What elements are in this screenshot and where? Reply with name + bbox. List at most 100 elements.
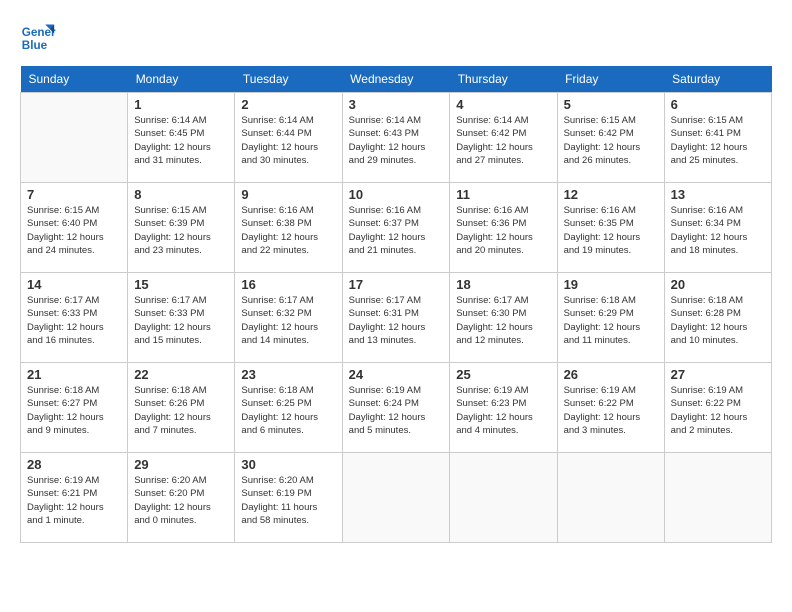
calendar-cell: 13 Sunrise: 6:16 AM Sunset: 6:34 PM Dayli…	[664, 183, 771, 273]
calendar-week-5: 28 Sunrise: 6:19 AM Sunset: 6:21 PM Dayli…	[21, 453, 772, 543]
calendar-header-row: SundayMondayTuesdayWednesdayThursdayFrid…	[21, 66, 772, 93]
calendar-cell: 25Sunrise: 6:19 AM Sunset: 6:23 PM Dayli…	[450, 363, 557, 453]
day-info: Sunrise: 6:19 AM Sunset: 6:22 PM Dayligh…	[671, 384, 765, 437]
calendar-cell: 7 Sunrise: 6:15 AM Sunset: 6:40 PM Daylig…	[21, 183, 128, 273]
calendar-table: SundayMondayTuesdayWednesdayThursdayFrid…	[20, 66, 772, 543]
calendar-cell: 9 Sunrise: 6:16 AM Sunset: 6:38 PM Daylig…	[235, 183, 342, 273]
svg-text:Blue: Blue	[22, 39, 48, 52]
calendar-cell: 28 Sunrise: 6:19 AM Sunset: 6:21 PM Dayli…	[21, 453, 128, 543]
calendar-cell: 30 Sunrise: 6:20 AM Sunset: 6:19 PM Dayli…	[235, 453, 342, 543]
calendar-cell	[21, 93, 128, 183]
calendar-cell: 5 Sunrise: 6:15 AM Sunset: 6:42 PM Daylig…	[557, 93, 664, 183]
day-info: Sunrise: 6:16 AM Sunset: 6:34 PM Dayligh…	[671, 204, 765, 257]
day-number: 14	[27, 277, 121, 292]
calendar-cell: 11Sunrise: 6:16 AM Sunset: 6:36 PM Dayli…	[450, 183, 557, 273]
day-number: 12	[564, 187, 658, 202]
day-number: 28	[27, 457, 121, 472]
day-number: 19	[564, 277, 658, 292]
day-info: Sunrise: 6:18 AM Sunset: 6:27 PM Dayligh…	[27, 384, 121, 437]
day-info: Sunrise: 6:17 AM Sunset: 6:30 PM Dayligh…	[456, 294, 550, 347]
calendar-week-1: 1 Sunrise: 6:14 AM Sunset: 6:45 PM Daylig…	[21, 93, 772, 183]
calendar-cell: 4 Sunrise: 6:14 AM Sunset: 6:42 PM Daylig…	[450, 93, 557, 183]
day-info: Sunrise: 6:16 AM Sunset: 6:35 PM Dayligh…	[564, 204, 658, 257]
day-info: Sunrise: 6:20 AM Sunset: 6:19 PM Dayligh…	[241, 474, 335, 527]
day-info: Sunrise: 6:18 AM Sunset: 6:29 PM Dayligh…	[564, 294, 658, 347]
calendar-cell: 18 Sunrise: 6:17 AM Sunset: 6:30 PM Dayli…	[450, 273, 557, 363]
day-info: Sunrise: 6:14 AM Sunset: 6:42 PM Dayligh…	[456, 114, 550, 167]
calendar-cell	[664, 453, 771, 543]
day-info: Sunrise: 6:15 AM Sunset: 6:41 PM Dayligh…	[671, 114, 765, 167]
calendar-cell: 21 Sunrise: 6:18 AM Sunset: 6:27 PM Dayli…	[21, 363, 128, 453]
calendar-cell: 16 Sunrise: 6:17 AM Sunset: 6:32 PM Dayli…	[235, 273, 342, 363]
day-number: 7	[27, 187, 121, 202]
day-info: Sunrise: 6:17 AM Sunset: 6:33 PM Dayligh…	[134, 294, 228, 347]
weekday-header-tuesday: Tuesday	[235, 66, 342, 93]
calendar-cell: 3 Sunrise: 6:14 AM Sunset: 6:43 PM Daylig…	[342, 93, 450, 183]
day-number: 13	[671, 187, 765, 202]
calendar-cell: 15 Sunrise: 6:17 AM Sunset: 6:33 PM Dayli…	[128, 273, 235, 363]
day-info: Sunrise: 6:17 AM Sunset: 6:33 PM Dayligh…	[27, 294, 121, 347]
day-info: Sunrise: 6:15 AM Sunset: 6:39 PM Dayligh…	[134, 204, 228, 257]
calendar-cell: 14 Sunrise: 6:17 AM Sunset: 6:33 PM Dayli…	[21, 273, 128, 363]
calendar-week-2: 7 Sunrise: 6:15 AM Sunset: 6:40 PM Daylig…	[21, 183, 772, 273]
calendar-cell: 20 Sunrise: 6:18 AM Sunset: 6:28 PM Dayli…	[664, 273, 771, 363]
day-info: Sunrise: 6:19 AM Sunset: 6:21 PM Dayligh…	[27, 474, 121, 527]
weekday-header-monday: Monday	[128, 66, 235, 93]
calendar-cell: 27 Sunrise: 6:19 AM Sunset: 6:22 PM Dayli…	[664, 363, 771, 453]
day-number: 23	[241, 367, 335, 382]
weekday-header-friday: Friday	[557, 66, 664, 93]
calendar-cell: 23Sunrise: 6:18 AM Sunset: 6:25 PM Dayli…	[235, 363, 342, 453]
calendar-cell: 26 Sunrise: 6:19 AM Sunset: 6:22 PM Dayli…	[557, 363, 664, 453]
calendar-cell: 8 Sunrise: 6:15 AM Sunset: 6:39 PM Daylig…	[128, 183, 235, 273]
day-info: Sunrise: 6:16 AM Sunset: 6:36 PM Dayligh…	[456, 204, 550, 257]
day-number: 27	[671, 367, 765, 382]
calendar-cell: 6 Sunrise: 6:15 AM Sunset: 6:41 PM Daylig…	[664, 93, 771, 183]
day-info: Sunrise: 6:16 AM Sunset: 6:38 PM Dayligh…	[241, 204, 335, 257]
day-number: 9	[241, 187, 335, 202]
calendar-cell	[557, 453, 664, 543]
logo-icon: General Blue	[20, 20, 56, 56]
day-number: 26	[564, 367, 658, 382]
day-number: 6	[671, 97, 765, 112]
day-info: Sunrise: 6:14 AM Sunset: 6:43 PM Dayligh…	[349, 114, 444, 167]
day-number: 21	[27, 367, 121, 382]
day-number: 16	[241, 277, 335, 292]
day-number: 8	[134, 187, 228, 202]
day-number: 22	[134, 367, 228, 382]
weekday-header-wednesday: Wednesday	[342, 66, 450, 93]
calendar-cell: 12 Sunrise: 6:16 AM Sunset: 6:35 PM Dayli…	[557, 183, 664, 273]
day-info: Sunrise: 6:16 AM Sunset: 6:37 PM Dayligh…	[349, 204, 444, 257]
day-number: 10	[349, 187, 444, 202]
day-info: Sunrise: 6:17 AM Sunset: 6:31 PM Dayligh…	[349, 294, 444, 347]
day-number: 1	[134, 97, 228, 112]
day-info: Sunrise: 6:15 AM Sunset: 6:40 PM Dayligh…	[27, 204, 121, 257]
calendar-week-3: 14 Sunrise: 6:17 AM Sunset: 6:33 PM Dayli…	[21, 273, 772, 363]
day-number: 2	[241, 97, 335, 112]
logo: General Blue	[20, 20, 60, 56]
calendar-cell: 17Sunrise: 6:17 AM Sunset: 6:31 PM Dayli…	[342, 273, 450, 363]
calendar-cell: 2Sunrise: 6:14 AM Sunset: 6:44 PM Daylig…	[235, 93, 342, 183]
day-info: Sunrise: 6:18 AM Sunset: 6:26 PM Dayligh…	[134, 384, 228, 437]
day-number: 18	[456, 277, 550, 292]
day-number: 24	[349, 367, 444, 382]
calendar-cell: 29Sunrise: 6:20 AM Sunset: 6:20 PM Dayli…	[128, 453, 235, 543]
day-number: 30	[241, 457, 335, 472]
day-info: Sunrise: 6:15 AM Sunset: 6:42 PM Dayligh…	[564, 114, 658, 167]
day-number: 20	[671, 277, 765, 292]
day-info: Sunrise: 6:17 AM Sunset: 6:32 PM Dayligh…	[241, 294, 335, 347]
calendar-cell: 10 Sunrise: 6:16 AM Sunset: 6:37 PM Dayli…	[342, 183, 450, 273]
day-info: Sunrise: 6:18 AM Sunset: 6:28 PM Dayligh…	[671, 294, 765, 347]
day-number: 4	[456, 97, 550, 112]
day-number: 5	[564, 97, 658, 112]
weekday-header-thursday: Thursday	[450, 66, 557, 93]
day-number: 3	[349, 97, 444, 112]
calendar-cell: 24Sunrise: 6:19 AM Sunset: 6:24 PM Dayli…	[342, 363, 450, 453]
day-info: Sunrise: 6:19 AM Sunset: 6:22 PM Dayligh…	[564, 384, 658, 437]
weekday-header-sunday: Sunday	[21, 66, 128, 93]
day-info: Sunrise: 6:14 AM Sunset: 6:45 PM Dayligh…	[134, 114, 228, 167]
calendar-week-4: 21 Sunrise: 6:18 AM Sunset: 6:27 PM Dayli…	[21, 363, 772, 453]
weekday-header-saturday: Saturday	[664, 66, 771, 93]
day-number: 15	[134, 277, 228, 292]
calendar-cell: 19 Sunrise: 6:18 AM Sunset: 6:29 PM Dayli…	[557, 273, 664, 363]
calendar-cell	[342, 453, 450, 543]
